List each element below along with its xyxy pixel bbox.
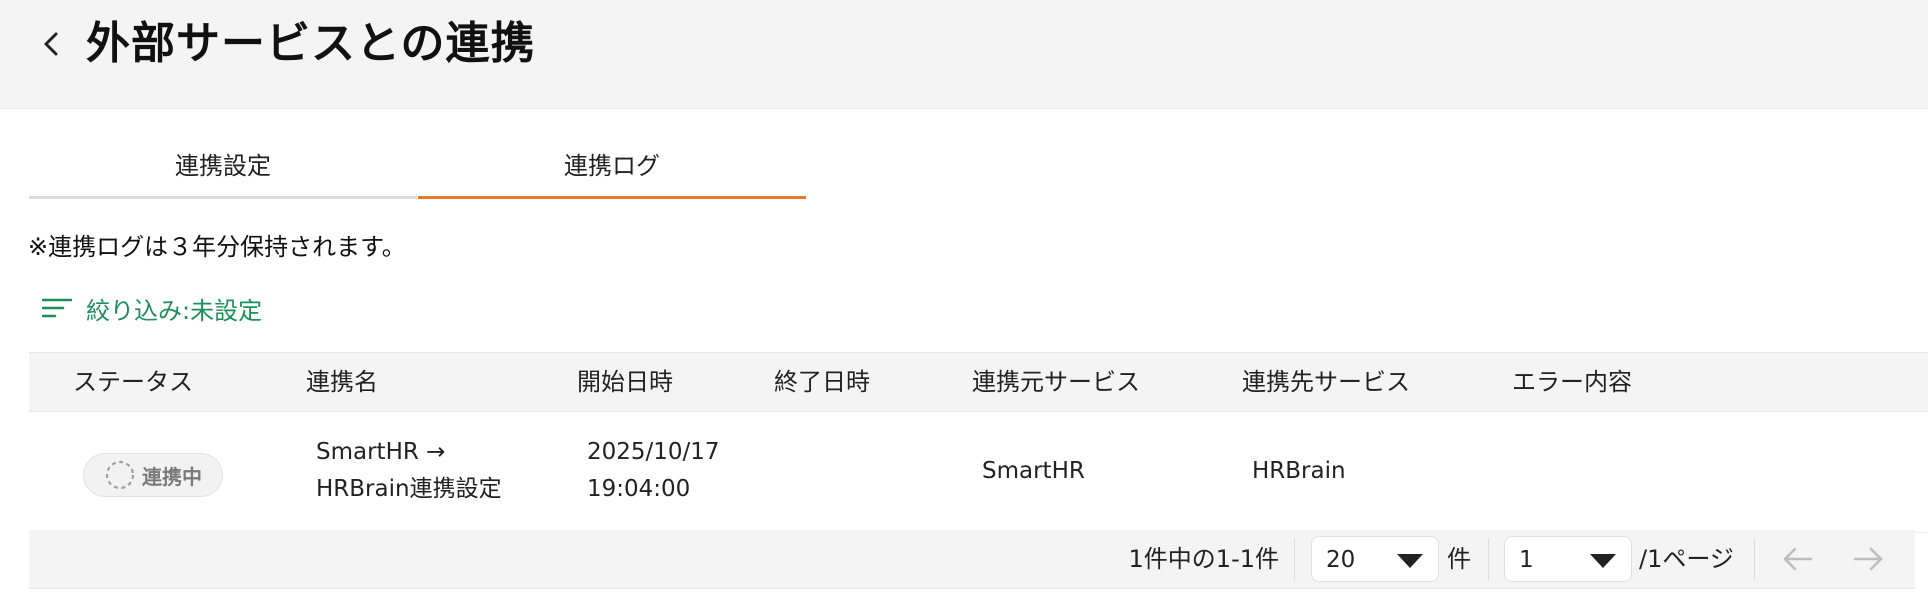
page-header: 外部サービスとの連携 [0, 0, 1928, 109]
status-badge: 連携中 [83, 453, 223, 497]
status-label: 連携中 [142, 464, 202, 489]
arrow-right-icon [1853, 547, 1883, 571]
page-select[interactable]: 1 [1504, 536, 1632, 582]
loading-icon [105, 460, 135, 490]
table-header: ステータス 連携名 開始日時 終了日時 連携元サービス 連携先サービス エラー内… [29, 352, 1928, 412]
column-header-name: 連携名 [306, 368, 378, 396]
filter-label: 絞り込み:未設定 [86, 296, 263, 325]
column-header-end: 終了日時 [774, 368, 870, 396]
cell-source: SmartHR [982, 458, 1085, 484]
retention-notice: ※連携ログは３年分保持されます。 [28, 233, 406, 261]
column-header-start: 開始日時 [577, 368, 673, 396]
divider [1294, 538, 1295, 580]
column-header-target: 連携先サービス [1242, 368, 1410, 396]
pagination-bar: 1件中の1-1件 20 件 1 /1ページ [29, 530, 1915, 589]
page-total: /1ページ [1639, 545, 1734, 573]
chevron-left-icon [44, 32, 58, 56]
column-header-error: エラー内容 [1512, 368, 1632, 396]
caret-down-icon [1590, 554, 1616, 568]
cell-name-line2: HRBrain連携設定 [316, 476, 502, 502]
next-page-button[interactable] [1849, 542, 1889, 576]
cell-start: 2025/10/17 19:04:00 [587, 434, 720, 508]
caret-down-icon [1397, 554, 1423, 568]
arrow-left-icon [1783, 547, 1813, 571]
cell-start-time: 19:04:00 [587, 476, 691, 502]
cell-target: HRBrain [1252, 458, 1346, 484]
divider [1488, 538, 1489, 580]
page-value: 1 [1519, 547, 1534, 573]
result-count: 1件中の1-1件 [1128, 545, 1279, 573]
page-title: 外部サービスとの連携 [86, 18, 536, 69]
divider [1754, 538, 1755, 580]
tab-integration-settings[interactable]: 連携設定 [29, 140, 417, 199]
cell-name-line1: SmartHR → [316, 439, 446, 465]
integration-log-table: ステータス 連携名 開始日時 終了日時 連携元サービス 連携先サービス エラー内… [29, 352, 1928, 533]
tab-bar: 連携設定 連携ログ [29, 140, 806, 199]
filter-icon [42, 298, 72, 318]
column-header-source: 連携元サービス [972, 368, 1140, 396]
per-page-select[interactable]: 20 [1311, 536, 1439, 582]
cell-name: SmartHR → HRBrain連携設定 [316, 434, 502, 508]
tab-integration-log[interactable]: 連携ログ [418, 140, 806, 199]
filter-button[interactable]: 絞り込み:未設定 [42, 290, 262, 326]
per-page-unit: 件 [1447, 545, 1471, 573]
table-row[interactable]: 連携中 SmartHR → HRBrain連携設定 2025/10/17 19:… [29, 412, 1928, 533]
prev-page-button[interactable] [1777, 542, 1817, 576]
column-header-status: ステータス [73, 368, 193, 396]
back-button[interactable] [30, 22, 74, 66]
per-page-value: 20 [1326, 547, 1356, 573]
cell-start-date: 2025/10/17 [587, 439, 720, 465]
